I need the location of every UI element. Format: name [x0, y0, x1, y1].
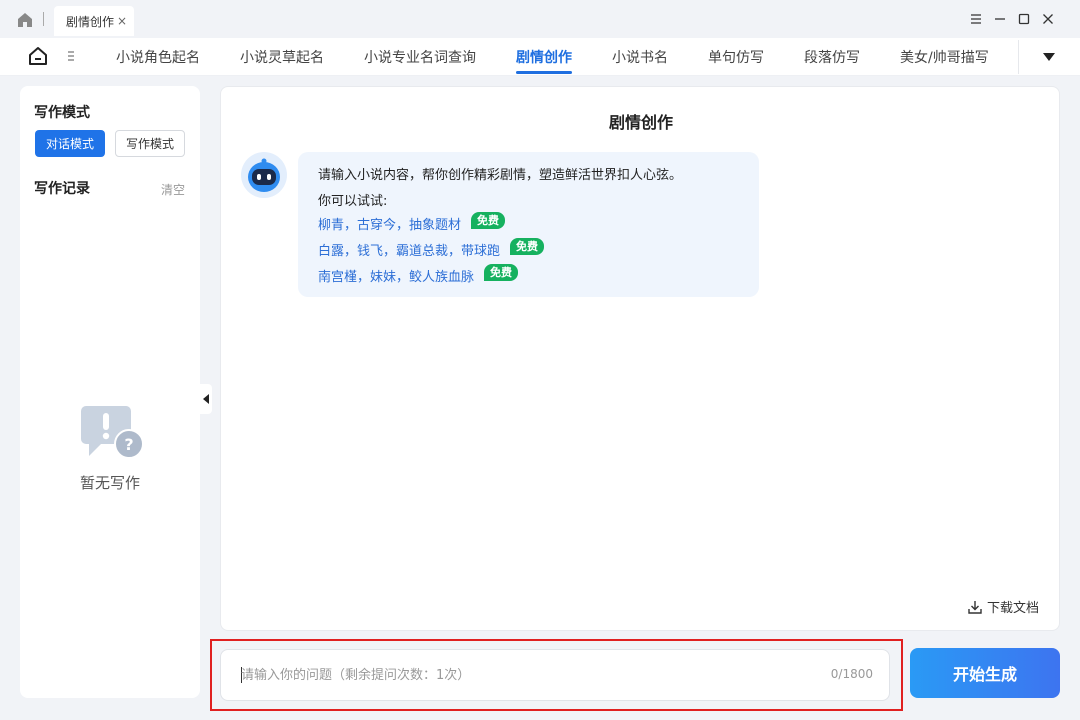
sidebar: 写作模式 对话模式 写作模式 写作记录 清空 ? 暂无写作 [20, 86, 200, 698]
nav-item-sentence-imitation[interactable]: 单句仿写 [708, 47, 764, 67]
char-counter: 0/1800 [830, 667, 873, 681]
nav-item-character-name[interactable]: 小说角色起名 [116, 47, 200, 67]
start-generate-button[interactable]: 开始生成 [910, 648, 1060, 698]
chat-panel: 剧情创作 请输入小说内容，帮你创作精彩剧情，塑造鲜活世界扣人心弦。 你可以试试:… [220, 86, 1060, 631]
collapse-sidebar-handle[interactable] [200, 384, 212, 414]
maximize-icon[interactable] [1014, 9, 1034, 29]
title-divider [43, 12, 44, 26]
writing-mode-title: 写作模式 [34, 105, 90, 121]
question-input-box[interactable]: 0/1800 [220, 649, 890, 701]
free-badge: 免费 [510, 238, 545, 255]
home-icon[interactable] [16, 11, 34, 29]
input-highlight-frame: 0/1800 [210, 639, 903, 711]
close-window-icon[interactable] [1038, 9, 1058, 29]
suggestion-item[interactable]: 柳青，古穿今，抽象题材 免费 [318, 212, 506, 233]
nav-item-term-lookup[interactable]: 小说专业名词查询 [364, 47, 476, 67]
suggestion-text[interactable]: 白露，钱飞，霸道总裁，带球跑 [318, 240, 500, 259]
collapse-left-icon [203, 394, 209, 404]
title-bar: 剧情创作 × [0, 0, 1080, 38]
active-tab-indicator [516, 71, 572, 74]
nav-item-book-title[interactable]: 小说书名 [612, 47, 668, 67]
suggestion-item[interactable]: 白露，钱飞，霸道总裁，带球跑 免费 [318, 238, 545, 259]
tab-plot-creation[interactable]: 剧情创作 × [54, 6, 134, 36]
suggestion-text[interactable]: 柳青，古穿今，抽象题材 [318, 214, 461, 233]
download-label: 下载文档 [986, 601, 1039, 616]
question-input[interactable] [241, 650, 801, 700]
free-badge: 免费 [484, 264, 519, 281]
dropdown-triangle-icon[interactable] [1042, 52, 1056, 62]
writing-mode-button[interactable]: 写作模式 [115, 130, 185, 157]
robot-avatar-icon [241, 152, 287, 198]
intro-message: 请输入小说内容，帮你创作精彩剧情，塑造鲜活世界扣人心弦。 [318, 168, 683, 183]
empty-state-icon: ? [81, 406, 144, 459]
nav-divider [1018, 40, 1019, 74]
dialog-mode-button[interactable]: 对话模式 [35, 130, 105, 157]
menu-icon[interactable] [966, 9, 986, 29]
nav-item-spirit-herb-name[interactable]: 小说灵草起名 [240, 47, 324, 67]
suggestion-text[interactable]: 南宫槿，妹妹，鲛人族血脉 [318, 266, 474, 285]
svg-text:?: ? [124, 435, 133, 454]
page-title: 剧情创作 [608, 113, 673, 132]
free-badge: 免费 [471, 212, 506, 229]
download-icon [968, 600, 982, 614]
writing-records-title: 写作记录 [34, 181, 90, 197]
home-nav-icon[interactable] [27, 45, 49, 67]
tab-title: 剧情创作 [66, 14, 115, 29]
download-document-button[interactable]: 下载文档 [967, 597, 1039, 616]
nav-item-plot-creation[interactable]: 剧情创作 [516, 47, 572, 67]
list-icon[interactable] [68, 49, 76, 63]
tool-nav-bar: 小说角色起名 小说灵草起名 小说专业名词查询 剧情创作 小说书名 单句仿写 段落… [0, 38, 1080, 76]
suggestion-item[interactable]: 南宫槿，妹妹，鲛人族血脉 免费 [318, 264, 519, 285]
bot-message-bubble: 请输入小说内容，帮你创作精彩剧情，塑造鲜活世界扣人心弦。 你可以试试: 柳青，古… [298, 152, 759, 297]
clear-records-button[interactable]: 清空 [161, 181, 185, 198]
close-tab-icon[interactable]: × [117, 14, 127, 28]
nav-item-appearance-description[interactable]: 美女/帅哥描写 [900, 47, 989, 67]
minimize-icon[interactable] [990, 9, 1010, 29]
try-label: 你可以试试: [318, 194, 388, 209]
empty-state-text: 暂无写作 [79, 474, 140, 492]
nav-item-paragraph-imitation[interactable]: 段落仿写 [804, 47, 860, 67]
